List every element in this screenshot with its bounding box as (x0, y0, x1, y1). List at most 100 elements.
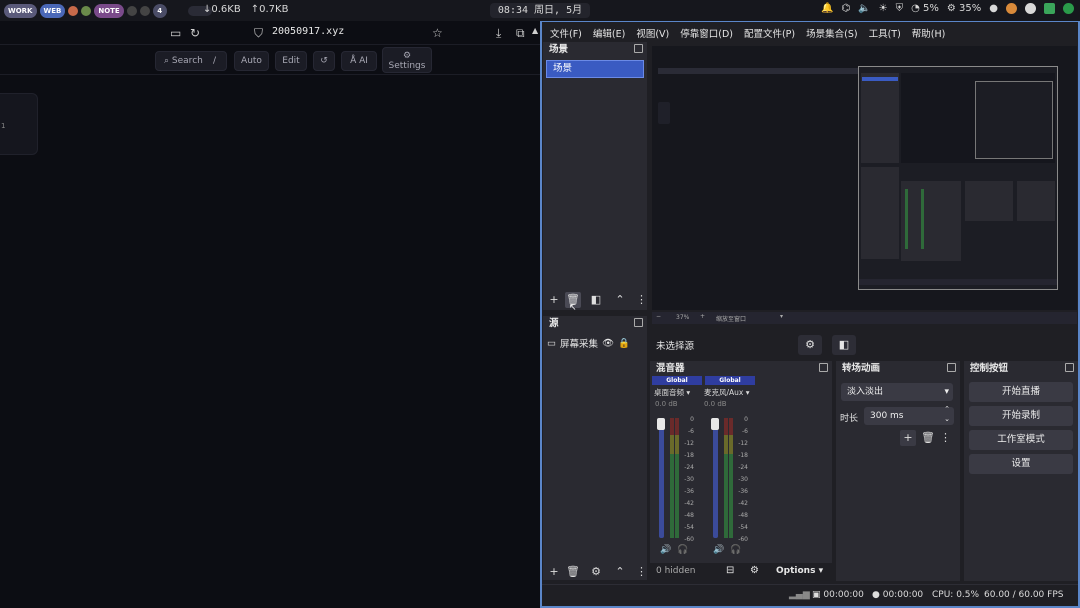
source-list-item[interactable]: ▭ 屏幕采集 👁 🔒 (547, 335, 647, 351)
undo-button[interactable]: ↺ (313, 51, 335, 71)
menu-edit[interactable]: 编辑(E) (593, 26, 625, 42)
add-scene-button[interactable]: + (546, 292, 562, 308)
options-button[interactable]: Options ▾ (776, 566, 823, 576)
workspace-4[interactable]: 4 (152, 3, 167, 18)
studio-mode-button[interactable]: 工作室模式 (969, 430, 1073, 450)
source-filters-icon[interactable]: ◧ (832, 335, 856, 355)
start-streaming-button[interactable]: 开始直播 (969, 382, 1073, 402)
app-icon[interactable] (81, 5, 92, 16)
extensions-icon[interactable]: ⧉ (516, 26, 525, 41)
fader-knob[interactable] (657, 418, 665, 430)
volume-fader[interactable] (711, 418, 719, 538)
url-bar[interactable]: 20050917.xyz (272, 26, 344, 37)
menu-docks[interactable]: 停靠窗口(D) (680, 26, 733, 42)
transition-more-button[interactable]: ⋮ (940, 430, 951, 446)
settings-button[interactable]: ⚙ Settings (382, 47, 432, 73)
channel-name[interactable]: 麦克风/Aux ▾ (704, 387, 764, 398)
obs-menu-bar: 文件(F) 编辑(E) 视图(V) 停靠窗口(D) 配置文件(P) 场景集合(S… (542, 26, 945, 42)
zoom-in-button[interactable]: + (700, 313, 705, 320)
menu-profile[interactable]: 配置文件(P) (744, 26, 795, 42)
source-more-button[interactable]: ⋮ (636, 564, 647, 580)
add-source-button[interactable]: + (546, 564, 562, 580)
mixer-layout-icon[interactable]: ⊟ (726, 565, 734, 576)
app-icon[interactable] (126, 5, 137, 16)
undock-icon[interactable] (1065, 363, 1074, 372)
notification-icon[interactable]: 🔔 (821, 3, 833, 14)
duration-input[interactable]: 300 ms ⌃ ⌄ (864, 404, 954, 425)
remove-transition-button[interactable]: 🗑 (920, 430, 936, 446)
menu-help[interactable]: 帮助(H) (912, 26, 946, 42)
start-recording-button[interactable]: 开始录制 (969, 406, 1073, 426)
sidebar-toggle-icon[interactable]: ▭ (170, 26, 181, 40)
workspace-web[interactable]: WEB (39, 3, 66, 18)
edit-button[interactable]: Edit (275, 51, 307, 71)
cpu-indicator[interactable]: ⚙ 35% (947, 3, 981, 14)
monitor-headphone-icon[interactable]: 🎧 (728, 542, 744, 558)
undock-icon[interactable] (634, 318, 643, 327)
tray-app-icon[interactable] (1063, 3, 1074, 14)
stepper-icon[interactable]: ⌃ ⌄ (944, 404, 950, 424)
shield-icon[interactable]: ⛉ (254, 26, 263, 41)
brightness-icon[interactable]: ☀ (879, 3, 888, 14)
mixer-settings-icon[interactable]: ⚙ (750, 565, 759, 576)
lock-icon[interactable]: 🔒 (618, 338, 630, 349)
zoom-out-button[interactable]: − (656, 313, 661, 320)
record-timer: ● 00:00:00 (872, 590, 924, 600)
undock-icon[interactable] (819, 363, 828, 372)
clock[interactable]: 08:34 周日, 5月 10 (490, 3, 590, 31)
move-scene-up-button[interactable]: ⌃ (612, 292, 628, 308)
hidden-count[interactable]: 0 hidden (656, 566, 695, 576)
tray-app-icon[interactable] (1044, 3, 1055, 14)
mute-speaker-icon[interactable]: 🔊 (658, 542, 674, 558)
app-icon[interactable] (139, 5, 150, 16)
menu-view[interactable]: 视图(V) (636, 26, 669, 42)
remove-source-button[interactable]: 🗑 (565, 564, 581, 580)
add-transition-button[interactable]: + (900, 430, 916, 446)
chevron-down-icon: ▾ (944, 387, 949, 397)
tray-app-icon[interactable] (1006, 3, 1017, 14)
source-properties-button[interactable]: ⚙ (588, 564, 604, 580)
scene-more-button[interactable]: ⋮ (636, 292, 647, 308)
mixer-channel-mic: Global 麦克风/Aux ▾ 0.0 dB 0 -6 -12 -18 -24 -30-… (704, 376, 757, 543)
workspace-work[interactable]: WORK (4, 3, 37, 18)
auto-button[interactable]: Auto (234, 51, 269, 71)
move-source-up-button[interactable]: ⌃ (612, 564, 628, 580)
search-shortcut: / (212, 56, 216, 66)
menu-tools[interactable]: 工具(T) (869, 26, 901, 42)
menu-icon[interactable]: ▲ (532, 26, 538, 35)
download-icon[interactable]: ⤓ (496, 26, 501, 41)
stream-timer: ▣ 00:00:00 (812, 590, 864, 600)
ai-button[interactable]: Å AI (341, 51, 377, 71)
visibility-eye-icon[interactable]: 👁 (602, 338, 614, 349)
transition-type-select[interactable]: 淡入淡出 ▾ (841, 383, 953, 401)
search-button[interactable]: ⌕ Search / (155, 51, 227, 71)
app-icon[interactable] (68, 5, 79, 16)
scene-list-item[interactable]: 场景 (546, 60, 644, 78)
volume-icon[interactable]: 🔈 (858, 3, 870, 14)
zoom-fit-button[interactable]: 缩放至窗口 (716, 314, 746, 323)
level-meter (670, 418, 679, 538)
reload-icon[interactable]: ↻ (190, 26, 200, 40)
preview-canvas[interactable] (652, 46, 1077, 310)
zoom-dropdown-icon[interactable]: ▾ (780, 313, 783, 320)
monitor-headphone-icon[interactable]: 🎧 (675, 542, 691, 558)
volume-fader[interactable] (657, 418, 665, 538)
menu-file[interactable]: 文件(F) (550, 26, 582, 42)
workspace-note[interactable]: NOTE (94, 3, 124, 18)
scene-filters-button[interactable]: ◧ (588, 292, 604, 308)
undock-icon[interactable] (947, 363, 956, 372)
menu-scene-collection[interactable]: 场景集合(S) (806, 26, 857, 42)
settings-button[interactable]: 设置 (969, 454, 1073, 474)
battery-indicator[interactable]: ◔ 5% (911, 3, 939, 14)
gear-icon: ⚙ (402, 51, 412, 61)
fader-knob[interactable] (711, 418, 719, 430)
mute-speaker-icon[interactable]: 🔊 (711, 542, 727, 558)
shield-icon[interactable]: ⛨ (896, 3, 904, 14)
source-properties-gear-icon[interactable]: ⚙ (798, 335, 822, 355)
github-icon[interactable]: ● (989, 3, 998, 14)
bookmark-star-icon[interactable]: ☆ (432, 26, 443, 40)
tray-app-icon[interactable] (1025, 3, 1036, 14)
network-icon[interactable]: ⌬ (841, 3, 850, 14)
undock-icon[interactable] (634, 44, 643, 53)
page-card[interactable]: 1 (0, 93, 38, 155)
